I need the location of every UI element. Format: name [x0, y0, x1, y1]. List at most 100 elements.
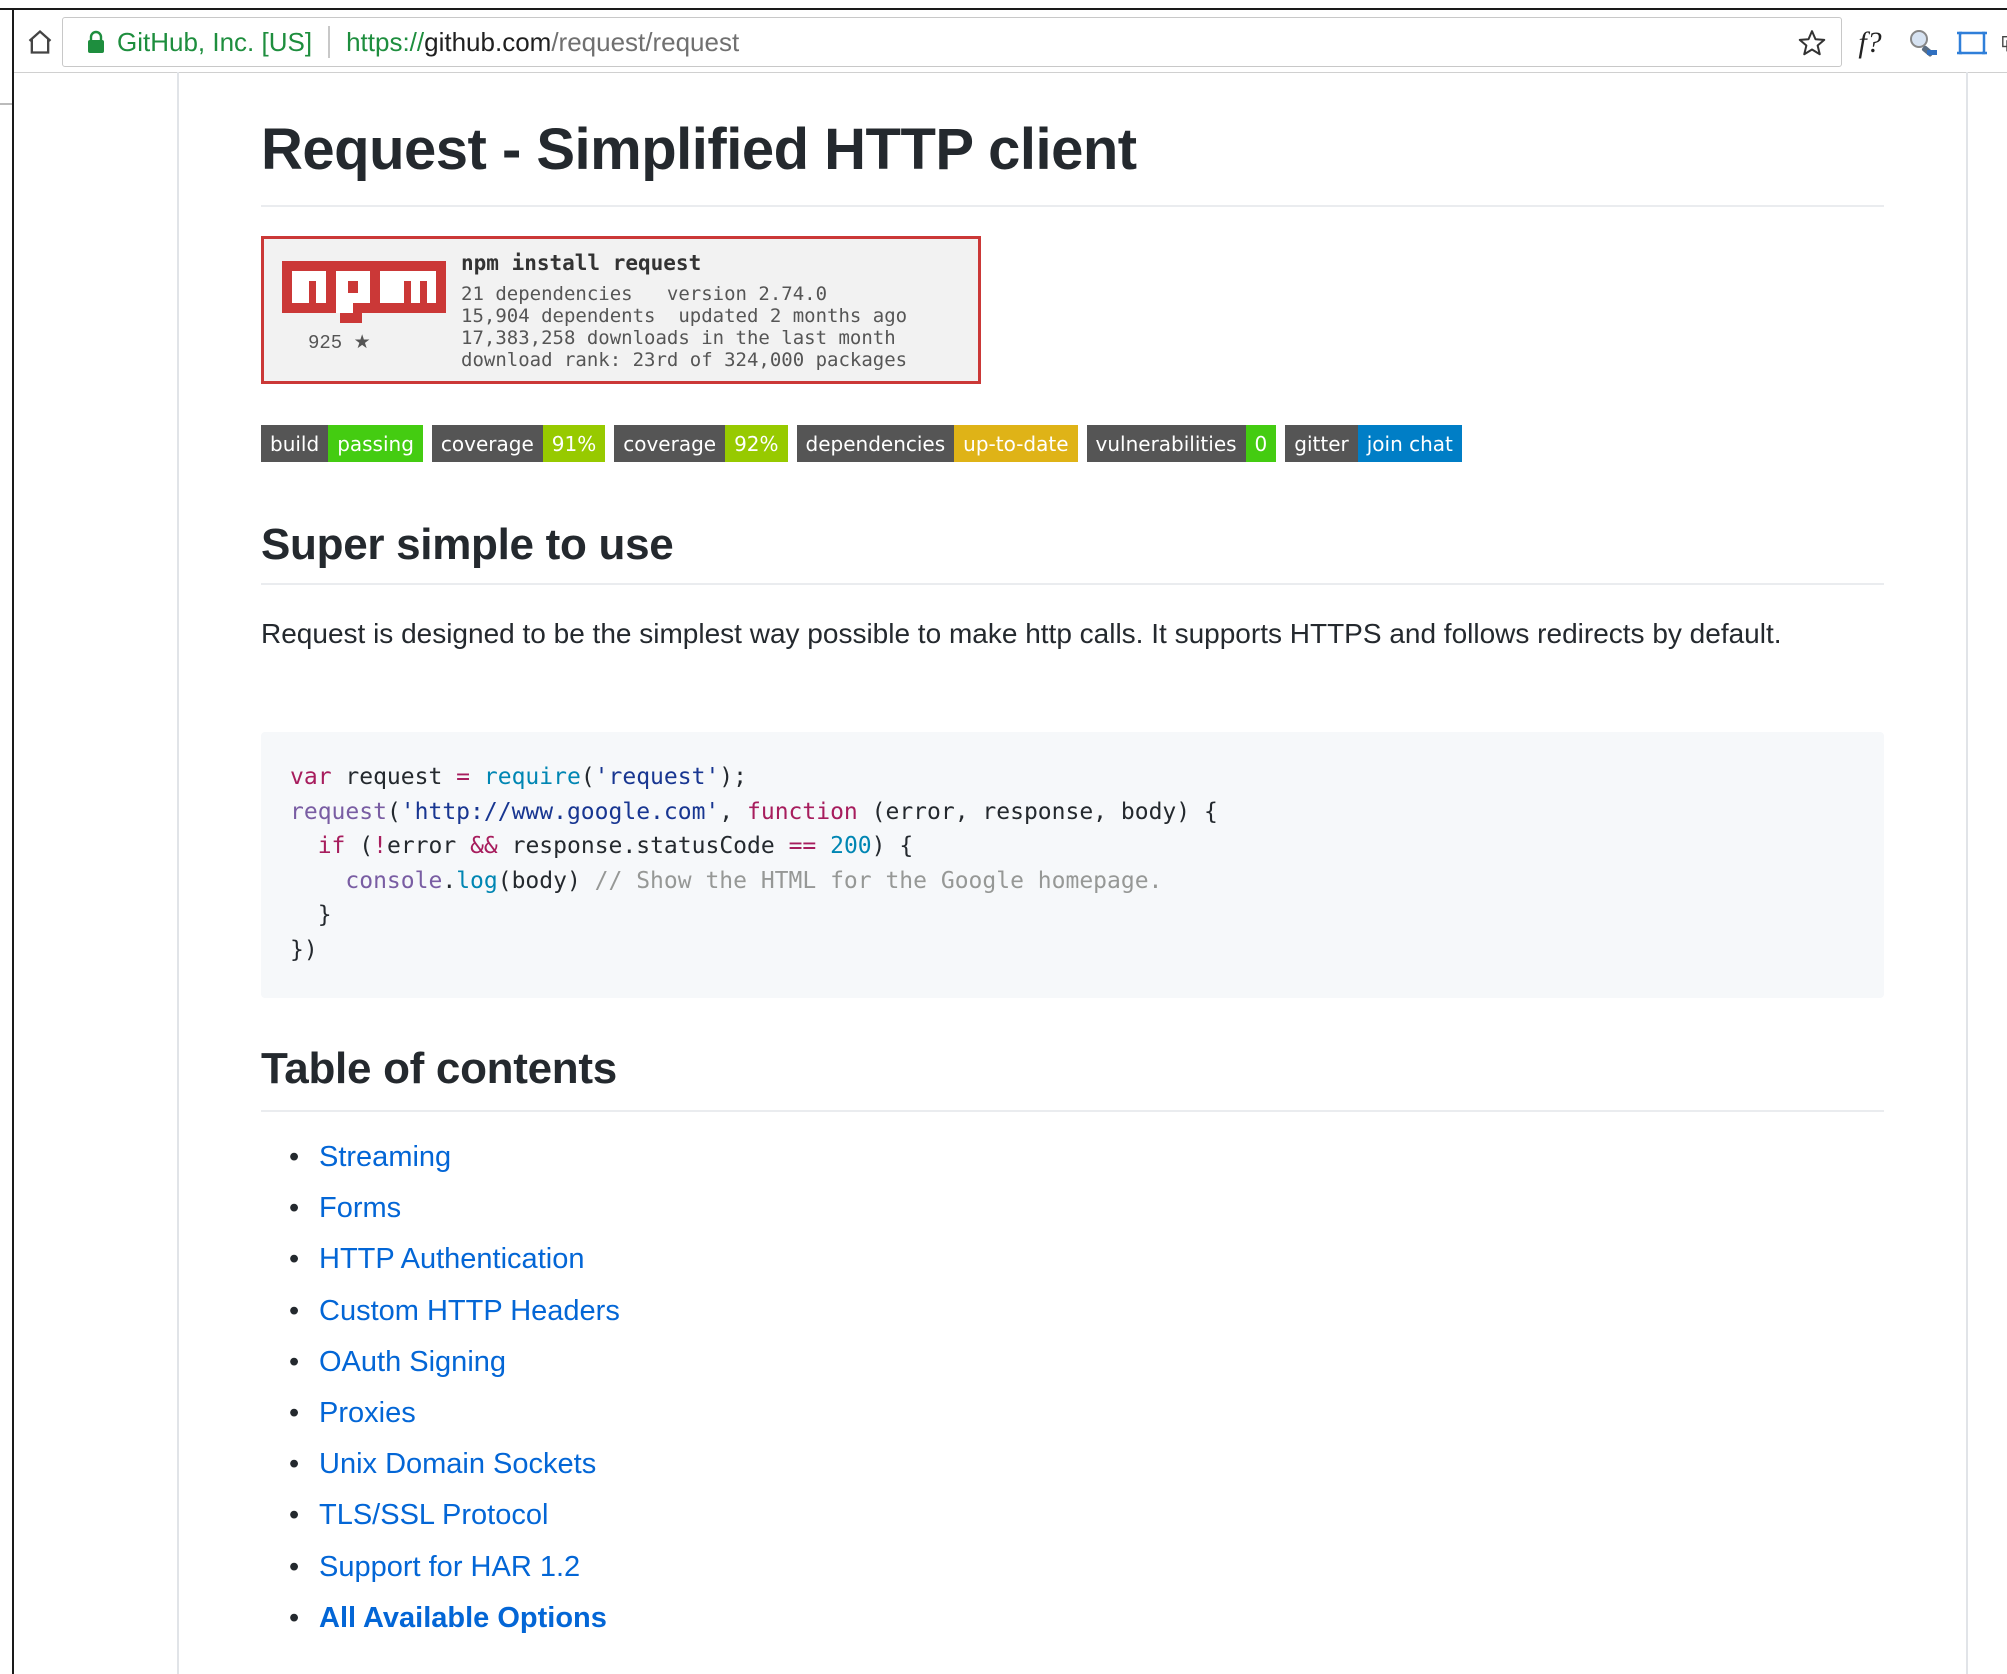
badge-value: 0 [1245, 425, 1277, 462]
function-extension-icon[interactable]: f? [1850, 26, 1890, 60]
code-token: var [290, 764, 332, 790]
site-identity[interactable]: GitHub, Inc. [US] [117, 27, 312, 58]
section-heading-toc: Table of contents [261, 1044, 617, 1093]
code-token: request [290, 798, 387, 825]
bullet: • [289, 1601, 300, 1634]
badge-value: up-to-date [954, 425, 1078, 462]
bullet: • [289, 1499, 300, 1532]
bullet: • [289, 1192, 300, 1225]
toc-link-unix-domain-sockets[interactable]: Unix Domain Sockets [319, 1448, 596, 1480]
code-token: if [317, 833, 346, 860]
window-frame-top [0, 0, 2007, 10]
lock-icon[interactable] [87, 27, 107, 57]
code-token: 200 [816, 833, 872, 860]
code-token: log [456, 867, 498, 894]
bookmark-star-icon[interactable] [1793, 24, 1831, 62]
url-host: github.com [424, 26, 552, 57]
code-token: = [456, 764, 471, 790]
screenshot-extension-icon[interactable] [1952, 26, 1992, 60]
toc-item: • All Available Options [289, 1593, 620, 1644]
npm-stat-line: 15,904 dependents updated 2 months ago [461, 305, 908, 327]
code-token: . [442, 867, 457, 894]
npm-logo [282, 261, 446, 323]
toc-item: • Forms [289, 1183, 620, 1234]
toc-link-streaming[interactable]: Streaming [319, 1141, 451, 1173]
bullet: • [289, 1243, 300, 1276]
bullet: • [289, 1448, 300, 1481]
badge-value: passing [328, 425, 423, 462]
toc-link-custom-http-headers[interactable]: Custom HTTP Headers [319, 1295, 620, 1327]
npm-star-count: 925 ★ [308, 332, 371, 354]
npm-stats: 21 dependencies version 2.74.0 15,904 dep… [461, 283, 907, 371]
url-scheme: https:// [346, 26, 425, 57]
section-divider [261, 583, 1884, 585]
badge-label: vulnerabilities [1086, 425, 1246, 462]
address-bar[interactable]: GitHub, Inc. [US] https://github.com/req… [62, 17, 1842, 67]
url-path: /request/request [551, 26, 740, 57]
code-token: ) { [871, 833, 914, 860]
code-token: == [788, 833, 817, 860]
readme-border-right [1966, 72, 1968, 1674]
toc-link-tls-ssl-protocol[interactable]: TLS/SSL Protocol [319, 1499, 548, 1531]
coverage-badge-2[interactable]: coverage 92% [614, 425, 788, 462]
magnifier-extension-icon[interactable] [1904, 26, 1944, 60]
bullet: • [289, 1294, 300, 1327]
badge-label: build [261, 425, 329, 462]
npm-badge[interactable]: 925 ★ npm install request 21 dependencie… [261, 236, 981, 384]
code-token: function [747, 798, 858, 825]
badge-label: coverage [614, 425, 726, 462]
badge-value: join chat [1357, 425, 1462, 462]
toc-link-all-options[interactable]: All Available Options [319, 1602, 607, 1634]
code-block: var request = require('request'); reques… [261, 732, 1884, 998]
toc-link-http-authentication[interactable]: HTTP Authentication [319, 1243, 584, 1275]
code-token: 'http://www.google.com' [400, 798, 720, 825]
toc-link-har[interactable]: Support for HAR 1.2 [319, 1551, 580, 1583]
title-divider [261, 205, 1884, 207]
bullet: • [289, 1345, 300, 1378]
vulnerabilities-badge[interactable]: vulnerabilities 0 [1086, 425, 1277, 462]
window-frame-left [12, 10, 14, 1674]
toc-item: • TLS/SSL Protocol [289, 1490, 620, 1541]
left-edge-line [0, 103, 12, 105]
code-token: request [331, 764, 457, 790]
code-comment: // Show the HTML for the Google homepage… [594, 867, 1163, 894]
code-token: }) [290, 936, 318, 963]
bullet: • [289, 1396, 300, 1429]
code-token: (error, response, body) { [857, 798, 1218, 825]
browser-toolbar: GitHub, Inc. [US] https://github.com/req… [14, 12, 2007, 73]
toc-item: • HTTP Authentication [289, 1234, 620, 1285]
home-button[interactable] [18, 22, 62, 62]
build-badge[interactable]: build passing [261, 425, 423, 462]
code-token: ! [373, 833, 387, 860]
gitter-badge[interactable]: gitter join chat [1285, 425, 1462, 462]
coverage-badge[interactable]: coverage 91% [431, 425, 606, 462]
code-token: require [470, 764, 581, 790]
table-of-contents: • Streaming • Forms • HTTP Authentication •… [289, 1132, 620, 1644]
badge-label: coverage [431, 425, 543, 462]
url-text[interactable]: https://github.com/request/request [346, 27, 739, 58]
readme-border-left [177, 72, 179, 1674]
toc-item: • Proxies [289, 1388, 620, 1439]
badge-label: gitter [1285, 425, 1358, 462]
code-token: ( [386, 798, 401, 825]
page-title: Request - Simplified HTTP client [261, 117, 1137, 182]
omnibox-separator [328, 26, 331, 58]
code-token: ); [719, 764, 747, 790]
dependencies-badge[interactable]: dependencies up-to-date [796, 425, 1078, 462]
toc-item: • Streaming [289, 1132, 620, 1183]
npm-install-command: npm install request [461, 251, 702, 275]
toc-link-oauth-signing[interactable]: OAuth Signing [319, 1346, 506, 1378]
intro-paragraph: Request is designed to be the simplest w… [261, 618, 1782, 649]
code-token: , [719, 798, 747, 825]
toc-item: • Custom HTTP Headers [289, 1286, 620, 1337]
code-token: (body) [497, 867, 595, 894]
toc-item: • OAuth Signing [289, 1337, 620, 1388]
code-token: ( [345, 833, 374, 860]
toc-link-forms[interactable]: Forms [319, 1192, 401, 1224]
toc-link-proxies[interactable]: Proxies [319, 1397, 416, 1429]
badge-value: 91% [542, 425, 606, 462]
npm-stat-line: 17,383,258 downloads in the last month [461, 327, 896, 349]
npm-stat-line: download rank: 23rd of 324,000 packages [461, 349, 908, 371]
more-extension-icon[interactable] [2000, 26, 2007, 60]
home-icon [28, 29, 52, 54]
